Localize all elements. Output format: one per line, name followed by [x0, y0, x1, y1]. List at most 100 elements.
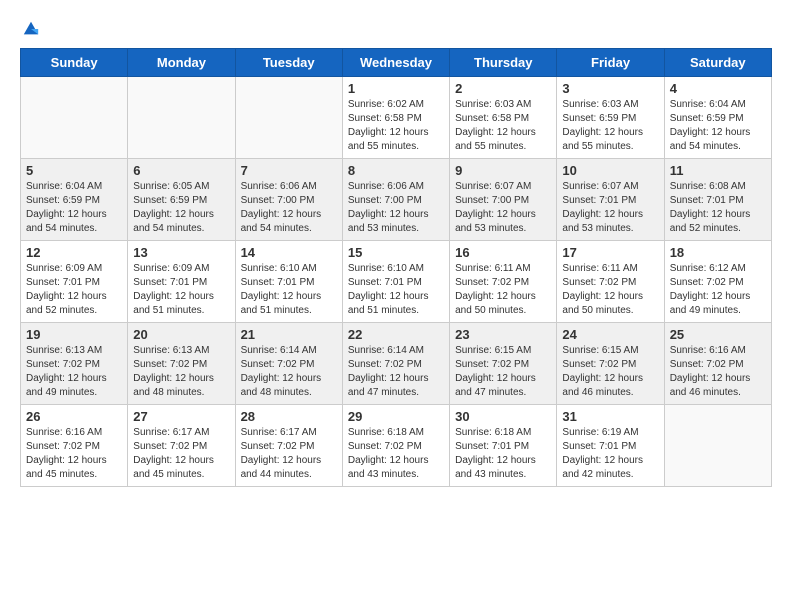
- day-number: 16: [455, 245, 551, 260]
- calendar-week-row: 1 Sunrise: 6:02 AM Sunset: 6:58 PM Daylig…: [21, 77, 772, 159]
- calendar-day-cell: 1 Sunrise: 6:02 AM Sunset: 6:58 PM Daylig…: [342, 77, 449, 159]
- calendar-day-cell: 2Sunrise: 6:03 AM Sunset: 6:58 PM Daylig…: [450, 77, 557, 159]
- calendar-day-cell: [235, 77, 342, 159]
- day-info: Sunrise: 6:05 AM Sunset: 6:59 PM Dayligh…: [133, 180, 229, 236]
- day-info: Sunrise: 6:19 AM Sunset: 7:01 PM Dayligh…: [562, 426, 658, 482]
- calendar-day-cell: 19 Sunrise: 6:13 AM Sunset: 7:02 PM Dayli…: [21, 323, 128, 405]
- day-number: 10: [562, 163, 658, 178]
- day-info: Sunrise: 6:10 AM Sunset: 7:01 PM Dayligh…: [241, 262, 337, 318]
- calendar-day-cell: [128, 77, 235, 159]
- calendar-header-row: SundayMondayTuesdayWednesdayThursdayFrid…: [21, 49, 772, 77]
- day-number: 17: [562, 245, 658, 260]
- day-info: Sunrise: 6:14 AM Sunset: 7:02 PM Dayligh…: [241, 344, 337, 400]
- day-info: Sunrise: 6:02 AM Sunset: 6:58 PM Dayligh…: [348, 98, 444, 154]
- day-number: 15: [348, 245, 444, 260]
- logo: [20, 20, 40, 32]
- day-number: 28: [241, 409, 337, 424]
- calendar-day-cell: 9 Sunrise: 6:07 AM Sunset: 7:00 PM Daylig…: [450, 159, 557, 241]
- day-of-week-header: Saturday: [664, 49, 771, 77]
- day-number: 14: [241, 245, 337, 260]
- day-info: Sunrise: 6:17 AM Sunset: 7:02 PM Dayligh…: [241, 426, 337, 482]
- day-number: 24: [562, 327, 658, 342]
- day-info: Sunrise: 6:18 AM Sunset: 7:02 PM Dayligh…: [348, 426, 444, 482]
- page-header: [20, 20, 772, 32]
- day-number: 9: [455, 163, 551, 178]
- day-number: 23: [455, 327, 551, 342]
- day-info: Sunrise: 6:14 AM Sunset: 7:02 PM Dayligh…: [348, 344, 444, 400]
- calendar-day-cell: 24 Sunrise: 6:15 AM Sunset: 7:02 PM Dayli…: [557, 323, 664, 405]
- day-number: 7: [241, 163, 337, 178]
- calendar-day-cell: 20Sunrise: 6:13 AM Sunset: 7:02 PM Dayli…: [128, 323, 235, 405]
- calendar-day-cell: 7 Sunrise: 6:06 AM Sunset: 7:00 PM Daylig…: [235, 159, 342, 241]
- calendar-day-cell: 15 Sunrise: 6:10 AM Sunset: 7:01 PM Dayli…: [342, 241, 449, 323]
- day-number: 25: [670, 327, 766, 342]
- day-info: Sunrise: 6:13 AM Sunset: 7:02 PM Dayligh…: [133, 344, 229, 400]
- day-number: 4: [670, 81, 766, 96]
- day-number: 6: [133, 163, 229, 178]
- day-number: 13: [133, 245, 229, 260]
- day-of-week-header: Friday: [557, 49, 664, 77]
- day-number: 1: [348, 81, 444, 96]
- day-info: Sunrise: 6:03 AM Sunset: 6:59 PM Dayligh…: [562, 98, 658, 154]
- calendar-day-cell: 10 Sunrise: 6:07 AM Sunset: 7:01 PM Dayli…: [557, 159, 664, 241]
- calendar-day-cell: 17Sunrise: 6:11 AM Sunset: 7:02 PM Dayli…: [557, 241, 664, 323]
- calendar-day-cell: 25 Sunrise: 6:16 AM Sunset: 7:02 PM Dayli…: [664, 323, 771, 405]
- day-info: Sunrise: 6:12 AM Sunset: 7:02 PM Dayligh…: [670, 262, 766, 318]
- day-info: Sunrise: 6:06 AM Sunset: 7:00 PM Dayligh…: [348, 180, 444, 236]
- day-info: Sunrise: 6:08 AM Sunset: 7:01 PM Dayligh…: [670, 180, 766, 236]
- day-info: Sunrise: 6:07 AM Sunset: 7:00 PM Dayligh…: [455, 180, 551, 236]
- calendar-day-cell: 4 Sunrise: 6:04 AM Sunset: 6:59 PM Daylig…: [664, 77, 771, 159]
- day-number: 31: [562, 409, 658, 424]
- day-of-week-header: Monday: [128, 49, 235, 77]
- day-of-week-header: Thursday: [450, 49, 557, 77]
- calendar-week-row: 19 Sunrise: 6:13 AM Sunset: 7:02 PM Dayli…: [21, 323, 772, 405]
- day-of-week-header: Sunday: [21, 49, 128, 77]
- calendar-day-cell: [21, 77, 128, 159]
- day-info: Sunrise: 6:18 AM Sunset: 7:01 PM Dayligh…: [455, 426, 551, 482]
- day-info: Sunrise: 6:07 AM Sunset: 7:01 PM Dayligh…: [562, 180, 658, 236]
- day-number: 5: [26, 163, 122, 178]
- day-info: Sunrise: 6:09 AM Sunset: 7:01 PM Dayligh…: [133, 262, 229, 318]
- day-number: 30: [455, 409, 551, 424]
- calendar-day-cell: 18 Sunrise: 6:12 AM Sunset: 7:02 PM Dayli…: [664, 241, 771, 323]
- day-info: Sunrise: 6:09 AM Sunset: 7:01 PM Dayligh…: [26, 262, 122, 318]
- calendar-day-cell: 28 Sunrise: 6:17 AM Sunset: 7:02 PM Dayli…: [235, 405, 342, 487]
- calendar-day-cell: 3Sunrise: 6:03 AM Sunset: 6:59 PM Daylig…: [557, 77, 664, 159]
- calendar-day-cell: 31 Sunrise: 6:19 AM Sunset: 7:01 PM Dayli…: [557, 405, 664, 487]
- day-number: 27: [133, 409, 229, 424]
- day-number: 2: [455, 81, 551, 96]
- day-number: 29: [348, 409, 444, 424]
- day-number: 18: [670, 245, 766, 260]
- day-number: 8: [348, 163, 444, 178]
- day-of-week-header: Tuesday: [235, 49, 342, 77]
- day-info: Sunrise: 6:10 AM Sunset: 7:01 PM Dayligh…: [348, 262, 444, 318]
- day-info: Sunrise: 6:13 AM Sunset: 7:02 PM Dayligh…: [26, 344, 122, 400]
- calendar-day-cell: 21 Sunrise: 6:14 AM Sunset: 7:02 PM Dayli…: [235, 323, 342, 405]
- day-info: Sunrise: 6:04 AM Sunset: 6:59 PM Dayligh…: [670, 98, 766, 154]
- calendar-day-cell: 14 Sunrise: 6:10 AM Sunset: 7:01 PM Dayli…: [235, 241, 342, 323]
- calendar-day-cell: 13 Sunrise: 6:09 AM Sunset: 7:01 PM Dayli…: [128, 241, 235, 323]
- day-info: Sunrise: 6:16 AM Sunset: 7:02 PM Dayligh…: [26, 426, 122, 482]
- logo-icon: [22, 20, 40, 38]
- day-info: Sunrise: 6:15 AM Sunset: 7:02 PM Dayligh…: [562, 344, 658, 400]
- calendar-day-cell: 12 Sunrise: 6:09 AM Sunset: 7:01 PM Dayli…: [21, 241, 128, 323]
- day-number: 11: [670, 163, 766, 178]
- day-number: 26: [26, 409, 122, 424]
- calendar-day-cell: 6 Sunrise: 6:05 AM Sunset: 6:59 PM Daylig…: [128, 159, 235, 241]
- day-info: Sunrise: 6:06 AM Sunset: 7:00 PM Dayligh…: [241, 180, 337, 236]
- calendar-table: SundayMondayTuesdayWednesdayThursdayFrid…: [20, 48, 772, 487]
- day-info: Sunrise: 6:11 AM Sunset: 7:02 PM Dayligh…: [455, 262, 551, 318]
- day-number: 12: [26, 245, 122, 260]
- calendar-day-cell: 26 Sunrise: 6:16 AM Sunset: 7:02 PM Dayli…: [21, 405, 128, 487]
- day-info: Sunrise: 6:15 AM Sunset: 7:02 PM Dayligh…: [455, 344, 551, 400]
- calendar-day-cell: 30 Sunrise: 6:18 AM Sunset: 7:01 PM Dayli…: [450, 405, 557, 487]
- day-number: 21: [241, 327, 337, 342]
- calendar-day-cell: 5Sunrise: 6:04 AM Sunset: 6:59 PM Daylig…: [21, 159, 128, 241]
- calendar-day-cell: 27 Sunrise: 6:17 AM Sunset: 7:02 PM Dayli…: [128, 405, 235, 487]
- calendar-day-cell: 8 Sunrise: 6:06 AM Sunset: 7:00 PM Daylig…: [342, 159, 449, 241]
- day-info: Sunrise: 6:16 AM Sunset: 7:02 PM Dayligh…: [670, 344, 766, 400]
- day-number: 19: [26, 327, 122, 342]
- calendar-week-row: 12 Sunrise: 6:09 AM Sunset: 7:01 PM Dayli…: [21, 241, 772, 323]
- day-number: 22: [348, 327, 444, 342]
- day-info: Sunrise: 6:17 AM Sunset: 7:02 PM Dayligh…: [133, 426, 229, 482]
